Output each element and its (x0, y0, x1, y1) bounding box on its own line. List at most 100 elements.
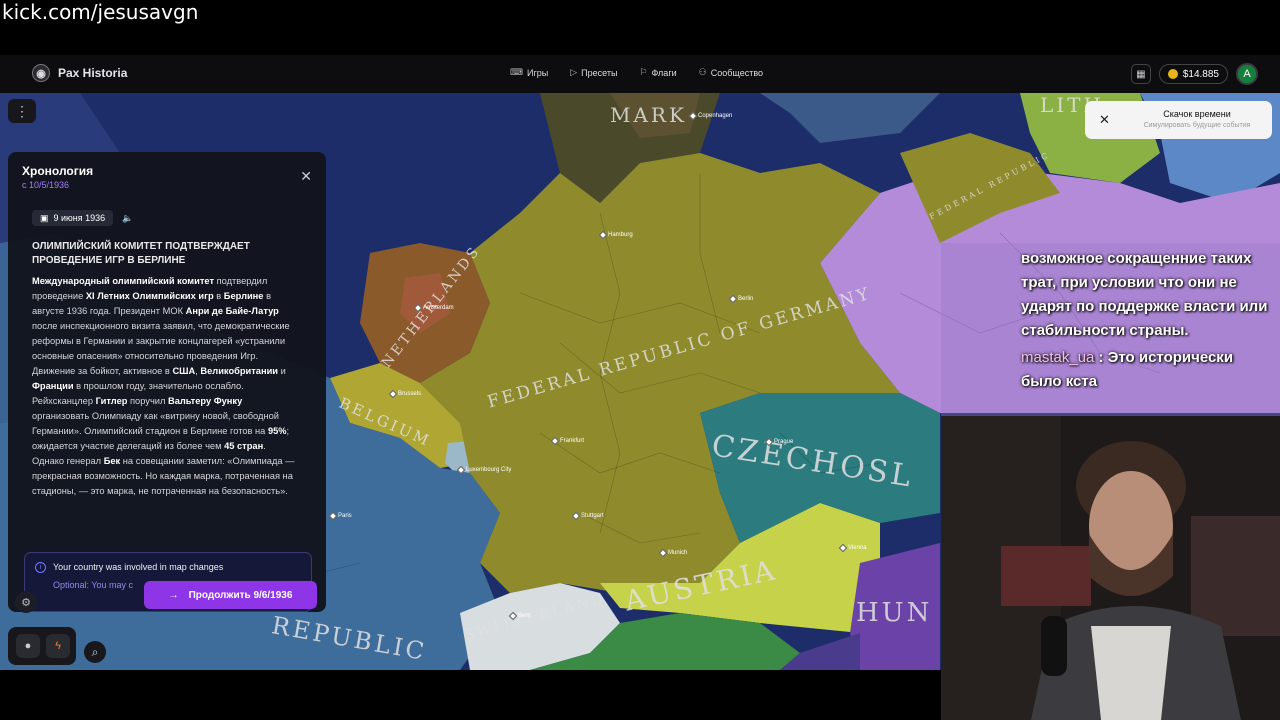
arrow-right-icon: → (168, 589, 179, 601)
header-tools: ▦ $14.885 A (1130, 63, 1258, 85)
chat-bubble-icon: ● (24, 640, 32, 652)
city-marker-icon (598, 230, 608, 240)
body-bold-run: Франции (32, 381, 74, 391)
gear-icon: ⚙ (21, 596, 31, 609)
search-icon: ⌕ (91, 644, 99, 659)
nav-flags[interactable]: ⚐ Флаги (639, 67, 676, 78)
flag-icon: ⚐ (639, 67, 648, 77)
chat-message: возможное сокращенние таких трат, при ус… (1021, 250, 1268, 339)
city-copenhagen[interactable]: Copenhagen (688, 111, 733, 121)
city-label: Frankfurt (560, 438, 585, 444)
nav-community[interactable]: ⚇ Сообщество (699, 67, 763, 78)
body-bold-run: 45 стран (224, 441, 264, 451)
avatar[interactable]: A (1236, 63, 1258, 85)
city-marker-icon (764, 437, 774, 447)
nav-games[interactable]: ⌨ Игры (510, 67, 548, 78)
city-berlin[interactable]: Berlin (728, 294, 753, 304)
city-label: Brussels (398, 391, 422, 397)
nav-label: Пресеты (581, 67, 618, 78)
nav-presets[interactable]: ▷ Пресеты (570, 67, 617, 78)
balance-value: $14.885 (1182, 68, 1219, 80)
city-marker-icon (456, 465, 466, 475)
gift-button[interactable]: ▦ (1130, 64, 1151, 84)
time-skip-toast[interactable]: ✕ Скачок времени Симулировать будущие со… (1085, 101, 1272, 139)
globe-logo-icon: ◉ (32, 64, 50, 82)
nav-label: Игры (527, 67, 549, 78)
play-icon: ▷ (570, 67, 578, 77)
actions-button[interactable]: ϟ (46, 634, 70, 658)
city-stuttgart[interactable]: Stuttgart (571, 511, 604, 521)
body-bold-run: XI Летних Олимпийских игр (85, 291, 214, 301)
chat-message: mastak_ua : Это исторически было кста (1021, 346, 1271, 394)
lightning-icon: ϟ (55, 640, 61, 652)
search-button[interactable]: ⌕ (84, 641, 106, 663)
webcam-image (941, 416, 1280, 720)
main-nav: ⌨ Игры ▷ Пресеты ⚐ Флаги ⚇ Сообщество (510, 67, 763, 78)
map-label-denmark: MARK (610, 103, 687, 127)
body-bold-run: Гитлер (95, 396, 128, 406)
calendar-icon: ▣ (40, 212, 49, 223)
map-label-hungary: HUN (856, 598, 933, 628)
city-munich[interactable]: Munich (658, 548, 688, 558)
city-frankfurt[interactable]: Frankfurt (550, 436, 585, 446)
settings-button[interactable]: ⚙ (15, 591, 37, 613)
timeline-panel: Хронология с 10/5/1936 ✕ ▣ 9 июня 1936 🔈… (8, 152, 326, 612)
city-label: Luxembourg City (466, 467, 512, 473)
notice-title: Your country was involved in map changes (53, 562, 224, 572)
map-menu-button[interactable]: ⋮ (8, 99, 36, 123)
speaker-icon[interactable]: 🔈 (122, 213, 133, 224)
body-bold-run: 95% (267, 426, 287, 436)
city-paris[interactable]: Paris (328, 511, 352, 521)
city-amsterdam[interactable]: Amsterdam (413, 303, 454, 313)
body-bold-run: Бек (103, 456, 121, 466)
toast-subtitle: Симулировать будущие события (1143, 122, 1251, 129)
body-bold-run: США (172, 366, 196, 376)
city-marker-icon (388, 389, 398, 399)
users-icon: ⚇ (698, 67, 707, 77)
event-body: Международный олимпийский комитет подтве… (32, 274, 300, 499)
close-icon[interactable]: ✕ (300, 168, 312, 185)
body-bold-run: Великобритании (200, 366, 279, 376)
city-bern[interactable]: Bern (508, 611, 531, 621)
bottom-toolbar: ● ϟ (8, 627, 76, 665)
gift-icon: ▦ (1136, 68, 1146, 80)
event-date-chip: ▣ 9 июня 1936 (32, 210, 114, 226)
balance-chip[interactable]: $14.885 (1158, 64, 1228, 84)
timeline-title: Хронология (22, 164, 94, 178)
webcam-feed (941, 416, 1280, 720)
city-marker-icon (658, 548, 668, 558)
city-marker-icon (328, 511, 338, 521)
city-marker-icon (571, 511, 581, 521)
body-bold-run: Международный олимпийский комитет (32, 276, 215, 286)
city-label: Hamburg (608, 232, 633, 238)
close-icon[interactable]: ✕ (1099, 112, 1110, 128)
city-hamburg[interactable]: Hamburg (598, 230, 633, 240)
body-text-run: поручил (127, 396, 168, 406)
info-icon: i (35, 562, 46, 573)
body-bold-run: Берлине (223, 291, 264, 301)
stream-url: kick.com/jesusavgn (2, 0, 199, 24)
city-prague[interactable]: Prague (764, 437, 793, 447)
stream-chat-overlay: возможное сокращенние таких трат, при ус… (941, 243, 1280, 416)
brand[interactable]: ◉ Pax Historia (32, 64, 127, 82)
city-marker-icon (413, 303, 423, 313)
body-text-run: и (278, 366, 286, 376)
city-label: Copenhagen (698, 113, 733, 119)
timeline-since: с 10/5/1936 (22, 180, 70, 190)
gamepad-icon: ⌨ (510, 67, 523, 77)
app-header: ◉ Pax Historia ⌨ Игры ▷ Пресеты ⚐ Флаги ⚇ Со… (0, 55, 1280, 93)
city-label: Bern (518, 613, 531, 619)
event-date: 9 июня 1936 (53, 213, 106, 223)
city-brussels[interactable]: Brussels (388, 389, 422, 399)
chat-button[interactable]: ● (16, 634, 40, 658)
city-label: Vienna (848, 545, 867, 551)
toast-title: Скачок времени (1163, 109, 1231, 119)
city-label: Amsterdam (423, 305, 454, 311)
city-label: Munich (668, 550, 688, 556)
body-bold-run: Анри де Байе-Латур (185, 306, 279, 316)
city-vienna[interactable]: Vienna (838, 543, 867, 553)
notice-description: Optional: You may c (53, 580, 134, 590)
continue-button[interactable]: → Продолжить 9/6/1936 (144, 581, 317, 609)
city-luxembourg[interactable]: Luxembourg City (456, 465, 512, 475)
coin-icon (1167, 69, 1178, 79)
